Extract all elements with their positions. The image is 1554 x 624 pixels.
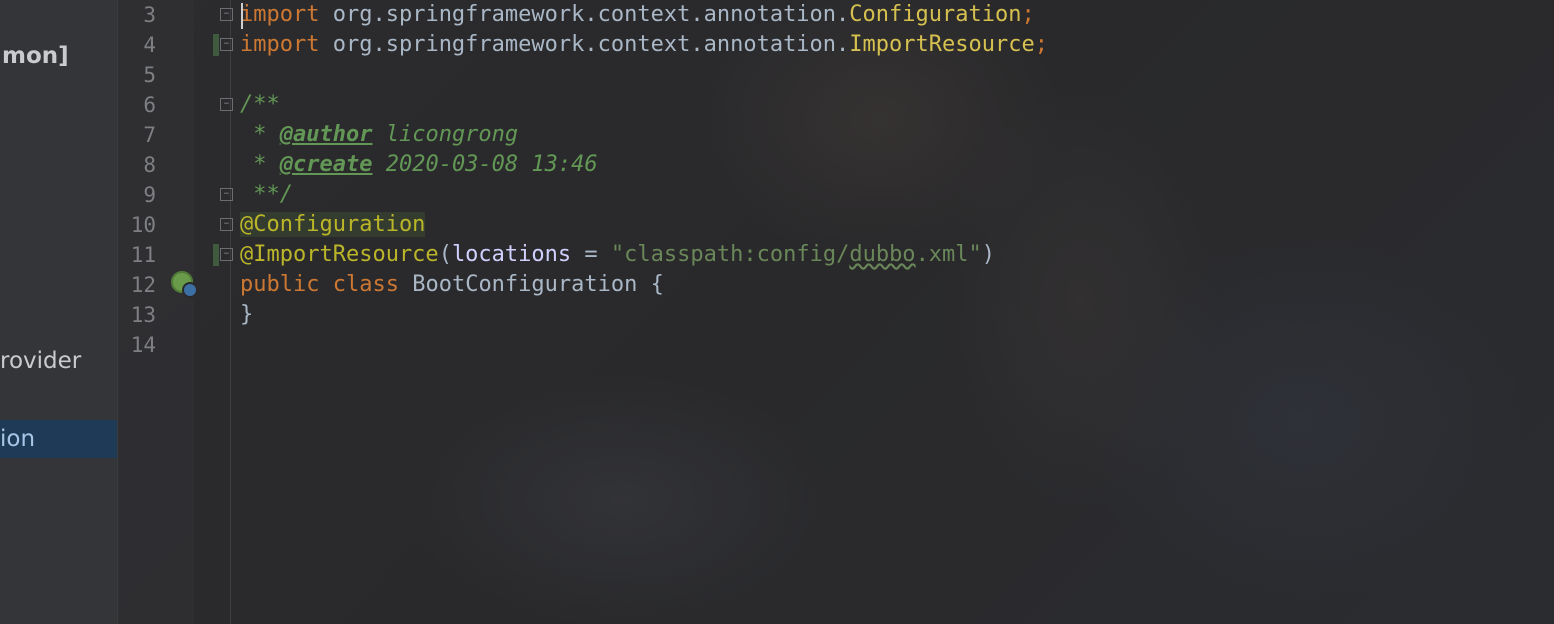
line-number: 4 [143, 33, 156, 57]
fold-icon[interactable]: − [220, 38, 233, 51]
equals: = [571, 242, 611, 267]
code-line-12[interactable]: public class BootConfiguration { [240, 270, 664, 300]
fold-icon[interactable]: − [220, 98, 233, 111]
spring-bean-icon[interactable] [171, 271, 198, 298]
doc-tag: @author [279, 122, 373, 147]
class-ref: Configuration [849, 2, 1022, 27]
semicolon: ; [1034, 32, 1048, 57]
line-number: 3 [143, 3, 156, 27]
vcs-change-marker[interactable] [213, 244, 219, 266]
line-number: 8 [143, 153, 156, 177]
doc-comment-text: licongrong [372, 122, 519, 147]
vcs-change-marker[interactable] [213, 34, 219, 56]
code-line-9[interactable]: **/ [240, 180, 293, 210]
doc-comment-text: 2020-03-08 13:46 [372, 152, 598, 177]
doc-comment-prefix: * [240, 122, 280, 147]
code-line-3[interactable]: import org.springframework.context.annot… [240, 0, 1035, 30]
fold-icon[interactable]: − [220, 8, 233, 21]
project-sidebar[interactable]: mon] rovider ion [0, 0, 118, 624]
package-path: org.springframework.context.annotation. [319, 32, 850, 57]
spelling-warning[interactable]: dubbo [849, 242, 915, 267]
code-line-7[interactable]: * @author licongrong [240, 120, 518, 150]
annotation-param: locations [451, 242, 572, 267]
code-line-4[interactable]: import org.springframework.context.annot… [240, 30, 1048, 60]
line-number: 7 [143, 123, 156, 147]
doc-comment-prefix: * [240, 152, 280, 177]
line-number: 13 [130, 303, 156, 327]
line-number: 9 [143, 183, 156, 207]
keyword: class [332, 272, 399, 297]
sidebar-item-common[interactable]: mon] [2, 43, 69, 69]
sidebar-item-provider[interactable]: rovider [0, 348, 81, 374]
code-line-6[interactable]: /** [240, 90, 280, 120]
fold-icon[interactable]: − [220, 218, 233, 231]
class-declaration: BootConfiguration { [398, 272, 664, 297]
paren-close: ) [981, 242, 996, 267]
fold-icon[interactable]: − [220, 248, 233, 261]
text-caret [241, 3, 243, 29]
line-number: 5 [143, 63, 156, 87]
string-literal: "classpath:config/ [610, 242, 850, 267]
line-number: 10 [130, 213, 156, 237]
sidebar-item-label: ion [0, 426, 36, 452]
annotation: @ImportResource [240, 242, 439, 267]
sidebar-item-label: mon] [2, 43, 69, 69]
annotation: @Configuration [240, 212, 426, 237]
doc-comment: /** [240, 92, 280, 117]
semicolon: ; [1021, 2, 1035, 27]
closing-brace: } [240, 302, 254, 327]
keyword: public [240, 272, 320, 297]
code-line-8[interactable]: * @create 2020-03-08 13:46 [240, 150, 598, 180]
line-number: 6 [143, 93, 156, 117]
doc-tag: @create [279, 152, 373, 177]
class-ref: ImportResource [849, 32, 1035, 57]
code-line-11[interactable]: @ImportResource(locations = "classpath:c… [240, 240, 995, 270]
line-number: 12 [130, 273, 156, 297]
doc-comment: **/ [240, 182, 293, 207]
keyword: import [240, 32, 320, 57]
sidebar-item-selected[interactable]: ion [0, 420, 117, 458]
fold-strip [194, 0, 231, 624]
paren-open: ( [438, 242, 452, 267]
fold-icon[interactable]: − [220, 188, 233, 201]
string-literal: .xml" [915, 242, 982, 267]
background-artwork [0, 0, 1554, 624]
line-number: 11 [130, 243, 156, 267]
code-line-10[interactable]: @Configuration [240, 210, 426, 240]
keyword: import [240, 2, 320, 27]
sidebar-item-label: rovider [0, 348, 82, 374]
line-number: 14 [130, 333, 156, 357]
package-path: org.springframework.context.annotation. [319, 2, 850, 27]
code-line-13[interactable]: } [240, 300, 253, 330]
